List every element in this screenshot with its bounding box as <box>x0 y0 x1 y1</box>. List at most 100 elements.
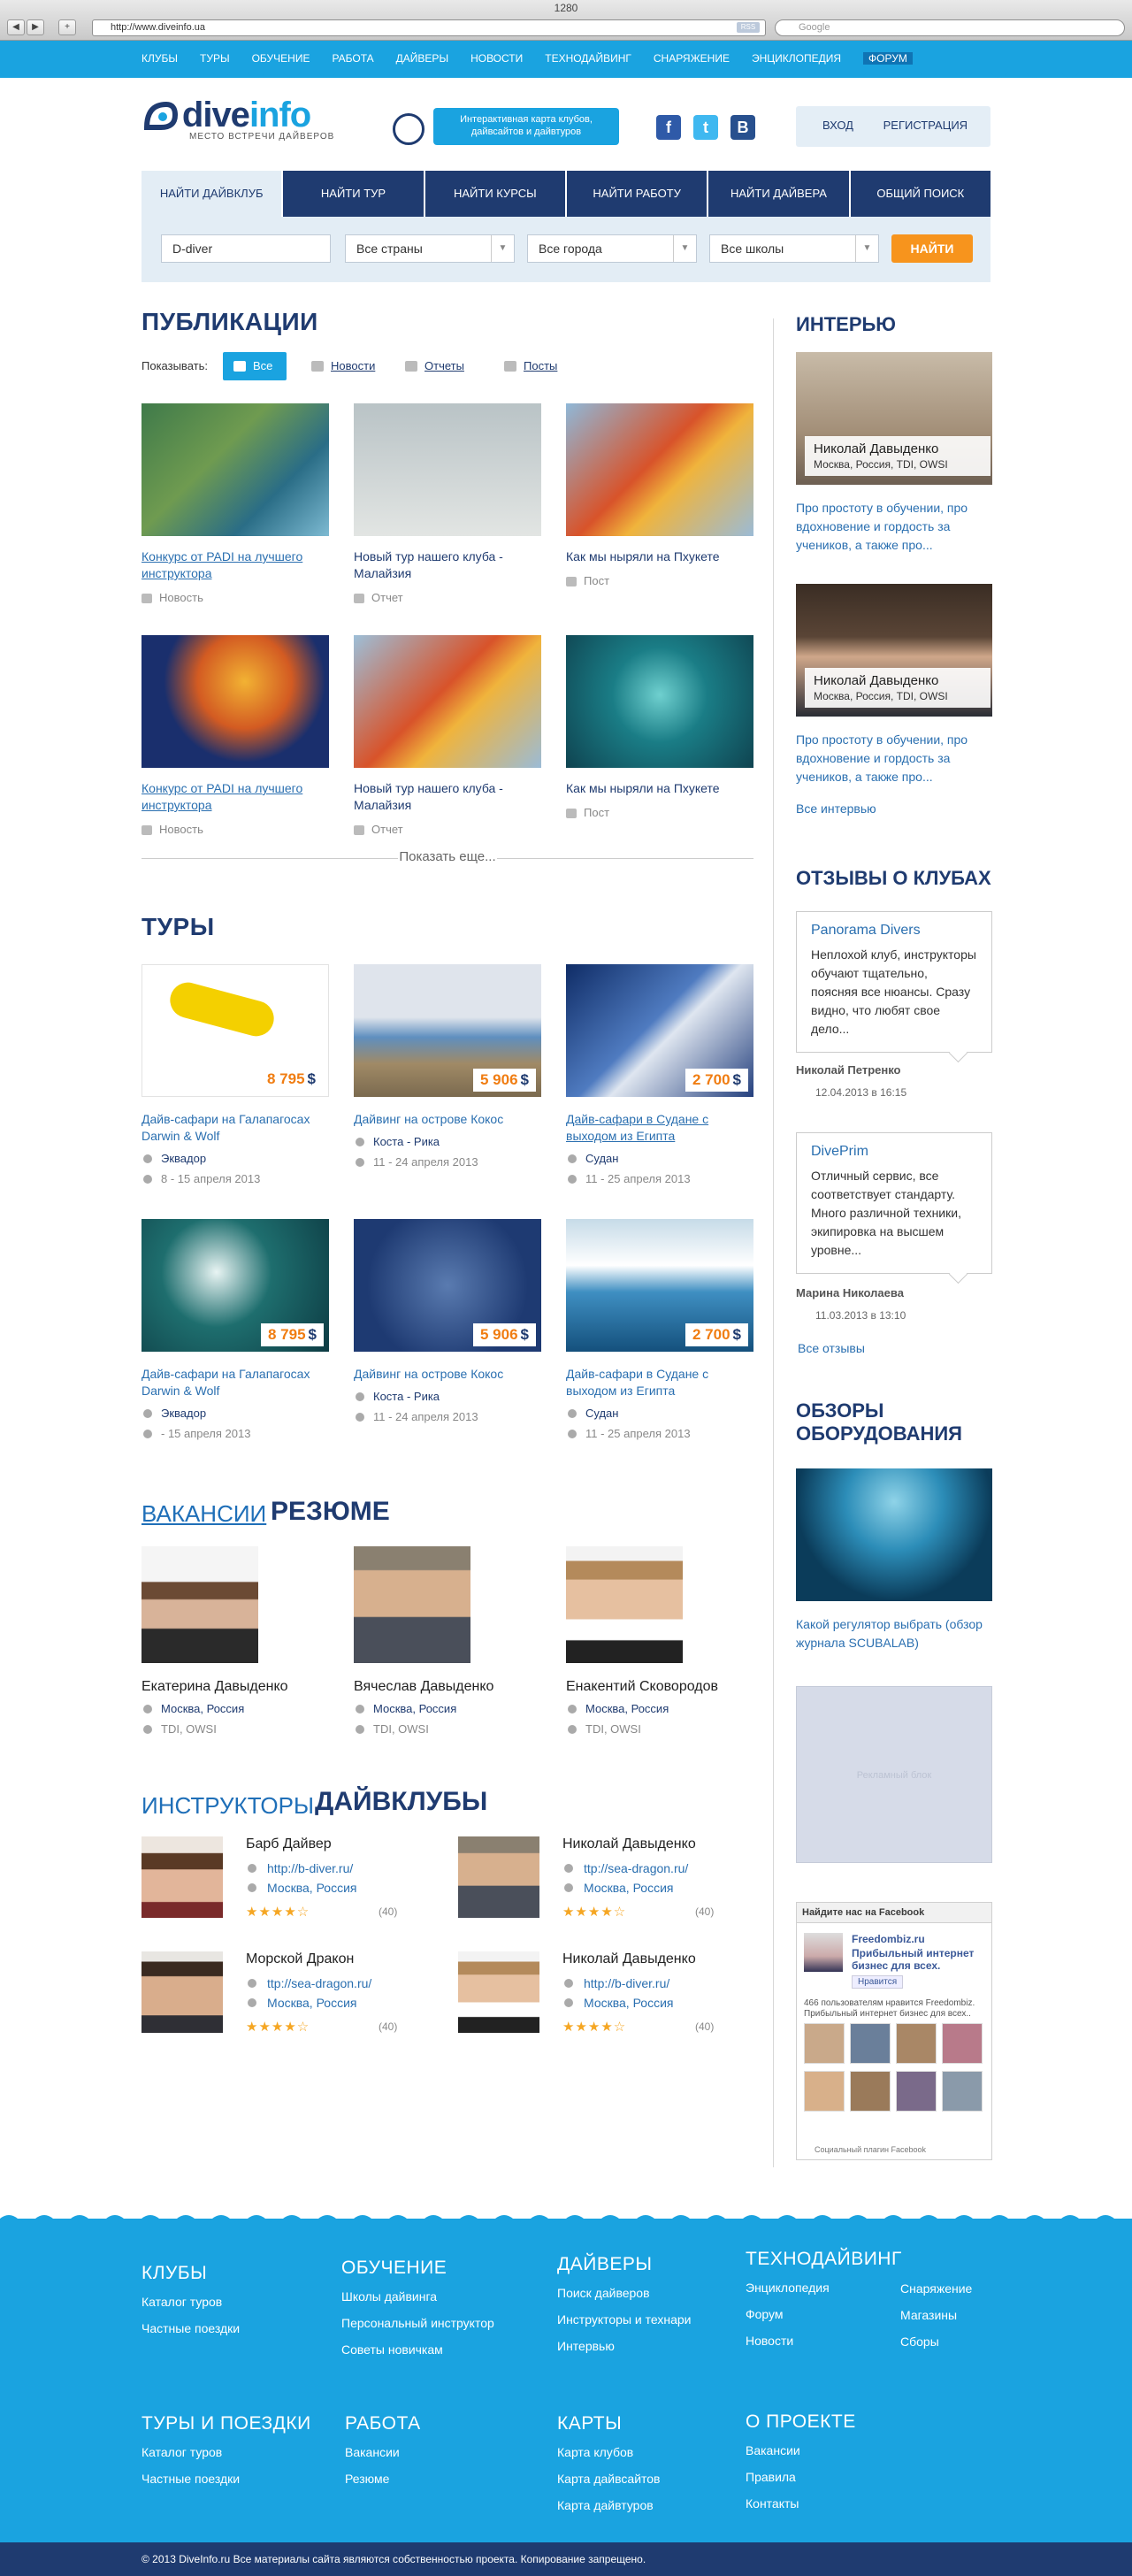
tour-title[interactable]: Дайв-сафари в Судане с выходом из Египта <box>566 1111 753 1145</box>
person-name[interactable]: Енакентий Сковородов <box>566 1679 778 1695</box>
gear-review-text[interactable]: Какой регулятор выбрать (обзор журнала S… <box>796 1615 992 1652</box>
vacancies-tab[interactable]: ВАКАНСИИ <box>142 1500 266 1528</box>
filter-all[interactable]: Все <box>223 352 287 380</box>
footer-link[interactable]: Контакты <box>746 2496 856 2511</box>
instructor-card[interactable]: Николай Давыденко ttp://sea-dragon.ru/ М… <box>458 1836 750 1925</box>
footer-col-title[interactable]: КЛУБЫ <box>142 2263 240 2284</box>
resume-card[interactable]: Екатерина Давыденко Москва, Россия TDI, … <box>142 1546 354 1736</box>
footer-link[interactable]: Карта дайвсайтов <box>557 2472 661 2486</box>
footer-link[interactable]: Правила <box>746 2470 856 2484</box>
footer-link[interactable]: Частные поездки <box>142 2321 240 2335</box>
filter-news[interactable]: Новости <box>311 352 375 380</box>
tour-card[interactable]: 8 795 $ Дайв-сафари на Галапагосах Darwin… <box>142 964 329 1185</box>
publication-title[interactable]: Новый тур нашего клуба - Малайзия <box>354 780 541 814</box>
tab-find-diver[interactable]: НАЙТИ ДАЙВЕРА <box>708 171 851 217</box>
footer-col-title[interactable]: РАБОТА <box>345 2413 421 2434</box>
footer-link[interactable]: Интервью <box>557 2339 691 2353</box>
footer-col-title[interactable]: О ПРОЕКТЕ <box>746 2411 856 2433</box>
instructor-name[interactable]: Барб Дайвер <box>246 1836 332 1852</box>
city-select[interactable]: Все города ▼ <box>527 234 697 263</box>
site-logo[interactable]: diveinfo МЕСТО ВСТРЕЧИ ДАЙВЕРОВ <box>142 96 334 142</box>
footer-link[interactable]: Карта дайвтуров <box>557 2498 661 2512</box>
all-reviews-link[interactable]: Все отзывы <box>798 1341 865 1355</box>
twitter-icon[interactable]: t <box>693 115 718 140</box>
nav-item-education[interactable]: ОБУЧЕНИЕ <box>252 52 310 65</box>
footer-link[interactable]: Каталог туров <box>142 2295 240 2309</box>
fb-like-button[interactable]: Нравится <box>852 1975 904 1989</box>
tab-find-courses[interactable]: НАЙТИ КУРСЫ <box>425 171 567 217</box>
footer-col-title[interactable]: ТУРЫ И ПОЕЗДКИ <box>142 2413 311 2434</box>
review-card[interactable]: DivePrim Отличный сервис, все соответств… <box>796 1132 992 1274</box>
footer-link[interactable]: Вакансии <box>746 2443 856 2457</box>
footer-link[interactable]: Резюме <box>345 2472 421 2486</box>
country-select[interactable]: Все страны ▼ <box>345 234 515 263</box>
instructor-card[interactable]: Морской Дракон ttp://sea-dragon.ru/ Моск… <box>142 1951 433 2040</box>
login-link[interactable]: ВХОД <box>822 119 853 132</box>
tab-find-job[interactable]: НАЙТИ РАБОТУ <box>567 171 709 217</box>
nav-item-clubs[interactable]: КЛУБЫ <box>142 52 178 65</box>
resume-card[interactable]: Енакентий Сковородов Москва, Россия TDI,… <box>566 1546 778 1736</box>
footer-link[interactable]: Новости <box>746 2334 902 2348</box>
person-name[interactable]: Екатерина Давыденко <box>142 1679 354 1695</box>
comments-count[interactable]: (40) <box>379 1905 397 1918</box>
back-icon[interactable]: ◀ <box>7 19 25 35</box>
review-club[interactable]: Panorama Divers <box>811 923 977 939</box>
publication-card[interactable]: Как мы ныряли на Пхукете Пост <box>566 403 753 587</box>
fb-fan-avatar[interactable] <box>942 2023 983 2064</box>
publication-title[interactable]: Новый тур нашего клуба - Малайзия <box>354 548 541 582</box>
footer-link[interactable]: Советы новичкам <box>341 2342 494 2357</box>
fb-fan-avatar[interactable] <box>896 2023 937 2064</box>
browser-search-input[interactable]: Google <box>775 19 1125 36</box>
nav-item-gear[interactable]: СНАРЯЖЕНИЕ <box>654 52 730 65</box>
resume-tab[interactable]: РЕЗЮМЕ <box>271 1497 390 1527</box>
review-card[interactable]: Panorama Divers Неплохой клуб, инструкто… <box>796 911 992 1053</box>
fb-fan-avatar[interactable] <box>850 2023 891 2064</box>
instructor-url[interactable]: ttp://sea-dragon.ru/ <box>246 1976 371 1990</box>
tour-title[interactable]: Дайв-сафари на Галапагосах Darwin & Wolf <box>142 1111 329 1145</box>
footer-link[interactable]: Каталог туров <box>142 2445 311 2459</box>
fb-page-name[interactable]: Freedombiz.ru <box>852 1933 925 1945</box>
footer-link[interactable]: Персональный инструктор <box>341 2316 494 2330</box>
nav-item-forum[interactable]: ФОРУМ <box>863 52 913 65</box>
filter-reports[interactable]: Отчеты <box>405 352 464 380</box>
instructor-url[interactable]: ttp://sea-dragon.ru/ <box>562 1861 688 1875</box>
footer-link[interactable]: Школы дайвинга <box>341 2289 494 2304</box>
nav-item-encyclopedia[interactable]: ЭНЦИКЛОПЕДИЯ <box>752 52 841 65</box>
tab-general-search[interactable]: ОБЩИЙ ПОИСК <box>851 171 990 217</box>
publication-card[interactable]: Конкурс от PADI на лучшего инструктора Н… <box>142 403 329 604</box>
vkontakte-icon[interactable]: B <box>730 115 755 140</box>
resume-card[interactable]: Вячеслав Давыденко Москва, Россия TDI, O… <box>354 1546 566 1736</box>
fb-fan-avatar[interactable] <box>804 2071 845 2112</box>
facebook-icon[interactable]: f <box>656 115 681 140</box>
footer-link[interactable]: Инструкторы и технари <box>557 2312 691 2327</box>
nav-item-divers[interactable]: ДАЙВЕРЫ <box>396 52 448 65</box>
interview-card[interactable]: Николай Давыденко Москва, Россия, TDI, O… <box>796 584 992 786</box>
review-club[interactable]: DivePrim <box>811 1144 977 1160</box>
forward-icon[interactable]: ▶ <box>27 19 44 35</box>
publication-card[interactable]: Новый тур нашего клуба - Малайзия Отчет <box>354 403 541 604</box>
comments-count[interactable]: (40) <box>695 1905 714 1918</box>
tour-card[interactable]: 8 795 $ Дайв-сафари на Галапагосах Darwin… <box>142 1219 329 1440</box>
fb-fan-avatar[interactable] <box>942 2071 983 2112</box>
footer-col-title[interactable]: ОБУЧЕНИЕ <box>341 2258 494 2279</box>
tour-title[interactable]: Дайв-сафари на Галапагосах Darwin & Wolf <box>142 1366 329 1399</box>
nav-item-news[interactable]: НОВОСТИ <box>470 52 523 65</box>
instructor-name[interactable]: Морской Дракон <box>246 1951 354 1967</box>
tour-title[interactable]: Дайвинг на острове Кокос <box>354 1366 541 1383</box>
publication-title[interactable]: Как мы ныряли на Пхукете <box>566 780 753 797</box>
comments-count[interactable]: (40) <box>379 2020 397 2033</box>
footer-link[interactable]: Карта клубов <box>557 2445 661 2459</box>
tab-find-club[interactable]: НАЙТИ ДАЙВКЛУБ <box>142 171 284 217</box>
instructor-url[interactable]: http://b-diver.ru/ <box>562 1976 669 1990</box>
fb-fan-avatar[interactable] <box>850 2071 891 2112</box>
footer-link[interactable]: Поиск дайверов <box>557 2286 691 2300</box>
tour-title[interactable]: Дайв-сафари в Судане с выходом из Египта <box>566 1366 753 1399</box>
instructor-card[interactable]: Барб Дайвер http://b-diver.ru/ Москва, Р… <box>142 1836 433 1925</box>
tour-card[interactable]: 5 906 $ Дайвинг на острове Кокос Коста - … <box>354 964 541 1169</box>
interview-text[interactable]: Про простоту в обучении, про вдохновение… <box>796 731 992 786</box>
tour-card[interactable]: 2 700 $ Дайв-сафари в Судане с выходом из… <box>566 964 753 1185</box>
footer-link[interactable]: Энциклопедия <box>746 2281 902 2295</box>
fb-fan-avatar[interactable] <box>804 2023 845 2064</box>
footer-col-title[interactable]: ТЕХНОДАЙВИНГ <box>746 2249 902 2270</box>
instructor-name[interactable]: Николай Давыденко <box>562 1951 696 1967</box>
